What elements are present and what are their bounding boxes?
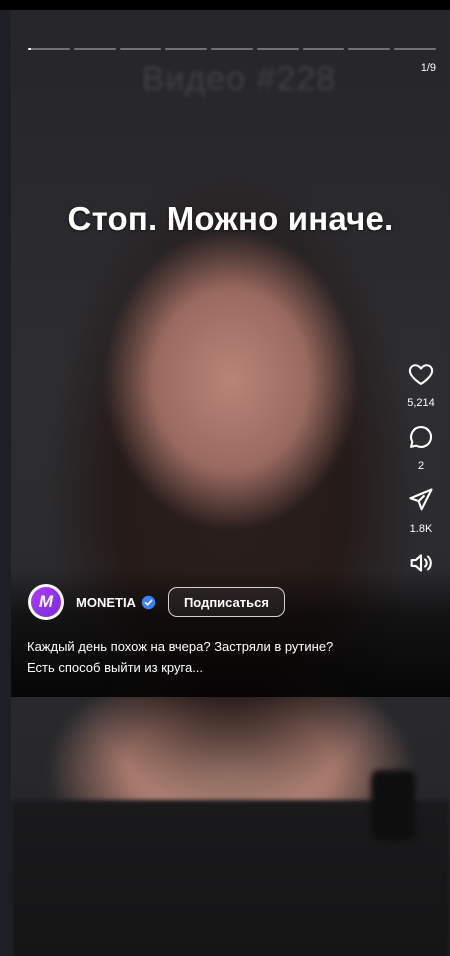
progress-segment (165, 48, 208, 50)
story-progress (28, 48, 437, 50)
comment-count: 2 (417, 460, 425, 472)
share-icon (407, 486, 435, 519)
sound-icon (407, 549, 435, 582)
video-watermark: Видео #228 (141, 60, 337, 98)
progress-segment (73, 48, 116, 50)
action-rail: 5,214 2 1.8K (397, 360, 445, 596)
subscribe-button[interactable]: Подписаться (167, 587, 285, 617)
progress-segment (211, 48, 253, 50)
progress-segment (394, 48, 437, 50)
comment-icon (407, 423, 435, 456)
progress-segment (256, 48, 299, 50)
avatar[interactable]: M (28, 584, 64, 620)
avatar-logo: M (31, 587, 61, 617)
video-frame (11, 10, 450, 956)
progress-segment (302, 48, 345, 50)
progress-segment (28, 48, 70, 50)
caption-line-2: Есть способ выйти из круга... (27, 660, 204, 675)
author-row: M MONETIA Подписаться (28, 584, 285, 620)
like-button[interactable]: 5,214 (407, 360, 435, 409)
top-bar (0, 0, 450, 10)
story-counter: 1/9 (420, 62, 436, 74)
story-headline: Стоп. Можно иначе. (67, 200, 394, 237)
heart-icon (407, 360, 435, 393)
share-count: 1.8K (409, 523, 433, 535)
author-name[interactable]: MONETIA (76, 595, 136, 610)
caption-line-1: Каждый день похож на вчера? Застряли в р… (27, 639, 334, 654)
progress-segment (119, 48, 162, 50)
sound-button[interactable] (407, 549, 435, 582)
caption[interactable]: Каждый день похож на вчера? Застряли в р… (27, 636, 427, 678)
like-count: 5,214 (407, 397, 435, 409)
story-viewer[interactable]: Видео #228 1/9 Стоп. Можно иначе. 5,214 … (11, 10, 450, 956)
progress-fill (28, 48, 32, 50)
verified-icon (141, 595, 156, 610)
progress-segment (348, 48, 391, 50)
comment-button[interactable]: 2 (407, 423, 435, 472)
share-button[interactable]: 1.8K (407, 486, 435, 535)
